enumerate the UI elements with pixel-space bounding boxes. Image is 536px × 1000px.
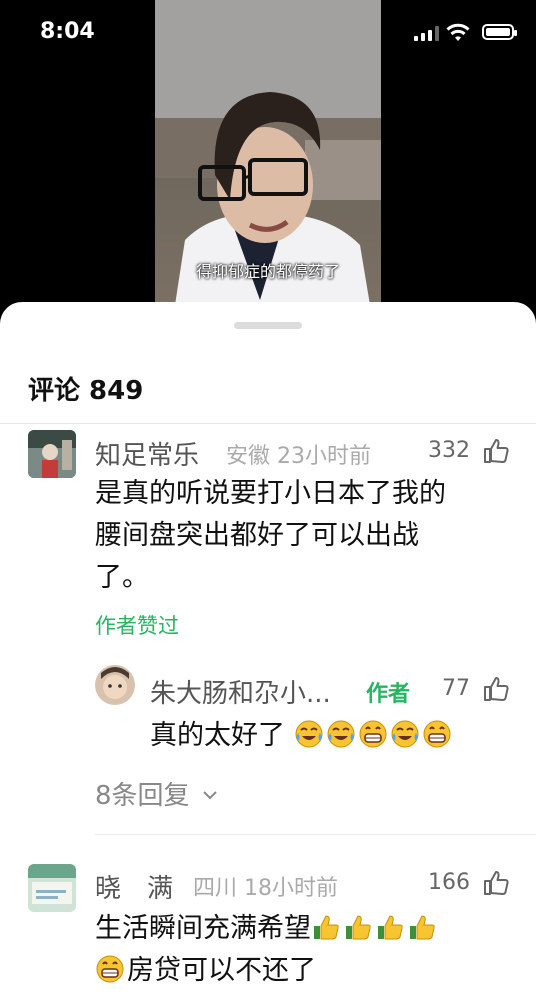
avatar[interactable] [28, 864, 76, 912]
replies-count-label: 8条回复 [95, 781, 190, 811]
comment-text-content: 房贷可以不还了 [127, 955, 316, 986]
reply-text-content: 真的太好了 [150, 720, 285, 751]
chevron-down-icon [203, 791, 217, 800]
divider [95, 834, 536, 835]
wifi-icon [446, 23, 470, 41]
avatar[interactable] [28, 430, 76, 478]
thumbs-up-icon[interactable] [482, 675, 510, 703]
laugh-cry-emoji [327, 720, 355, 748]
status-bar: 8:04 [0, 0, 536, 64]
comment-meta: 安徽 23小时前 [226, 444, 371, 469]
comment-meta: 四川 18小时前 [193, 876, 338, 901]
comments-sheet: 评论 849 知足常乐 安徽 23小时前 332 是真的听说要打小日本了我的 腰… [0, 302, 536, 1000]
comment-username[interactable]: 知足常乐 [95, 435, 199, 472]
comment-text-line: 腰间盘突出都好了可以出战 [95, 520, 419, 551]
status-time: 8:04 [40, 19, 95, 44]
comment-text-line: 是真的听说要打小日本了我的 [95, 478, 446, 509]
grin-emoji [423, 720, 451, 748]
author-tag: 作者 [366, 682, 411, 707]
comments-title: 评论 849 [28, 376, 144, 406]
thumbs-up-emoji [410, 915, 435, 940]
grin-emoji [359, 720, 387, 748]
expand-replies-button[interactable]: 8条回复 [95, 775, 218, 812]
laugh-cry-emoji [295, 720, 323, 748]
comment-text-line: 房贷可以不还了 [95, 951, 316, 991]
author-liked-label: 作者赞过 [95, 614, 179, 638]
like-count: 166 [428, 870, 470, 895]
thumbs-up-icon[interactable] [482, 869, 510, 897]
comment-username[interactable]: 晓 满 [95, 868, 173, 905]
reply-username[interactable]: 朱大肠和尕小... [150, 673, 331, 710]
thumbs-up-emoji [314, 915, 339, 940]
thumbs-up-emoji [346, 915, 371, 940]
avatar[interactable] [95, 665, 135, 705]
comment-text-content: 生活瞬间充满希望 [95, 913, 311, 944]
divider [0, 423, 536, 424]
battery-icon [482, 24, 517, 40]
like-count: 332 [428, 438, 470, 463]
grin-emoji [96, 955, 124, 983]
comment-text-line: 了。 [95, 562, 149, 593]
thumbs-up-icon[interactable] [482, 437, 510, 465]
reply-text: 真的太好了 [150, 716, 454, 756]
laugh-cry-emoji [391, 720, 419, 748]
comment-text-line: 生活瞬间充满希望 [95, 909, 439, 949]
video-subtitle: 得抑郁症的都停药了 [195, 262, 340, 281]
cellular-signal-icon [414, 26, 440, 41]
sheet-drag-handle[interactable] [234, 322, 302, 329]
thumbs-up-emoji [378, 915, 403, 940]
like-count: 77 [442, 676, 470, 701]
